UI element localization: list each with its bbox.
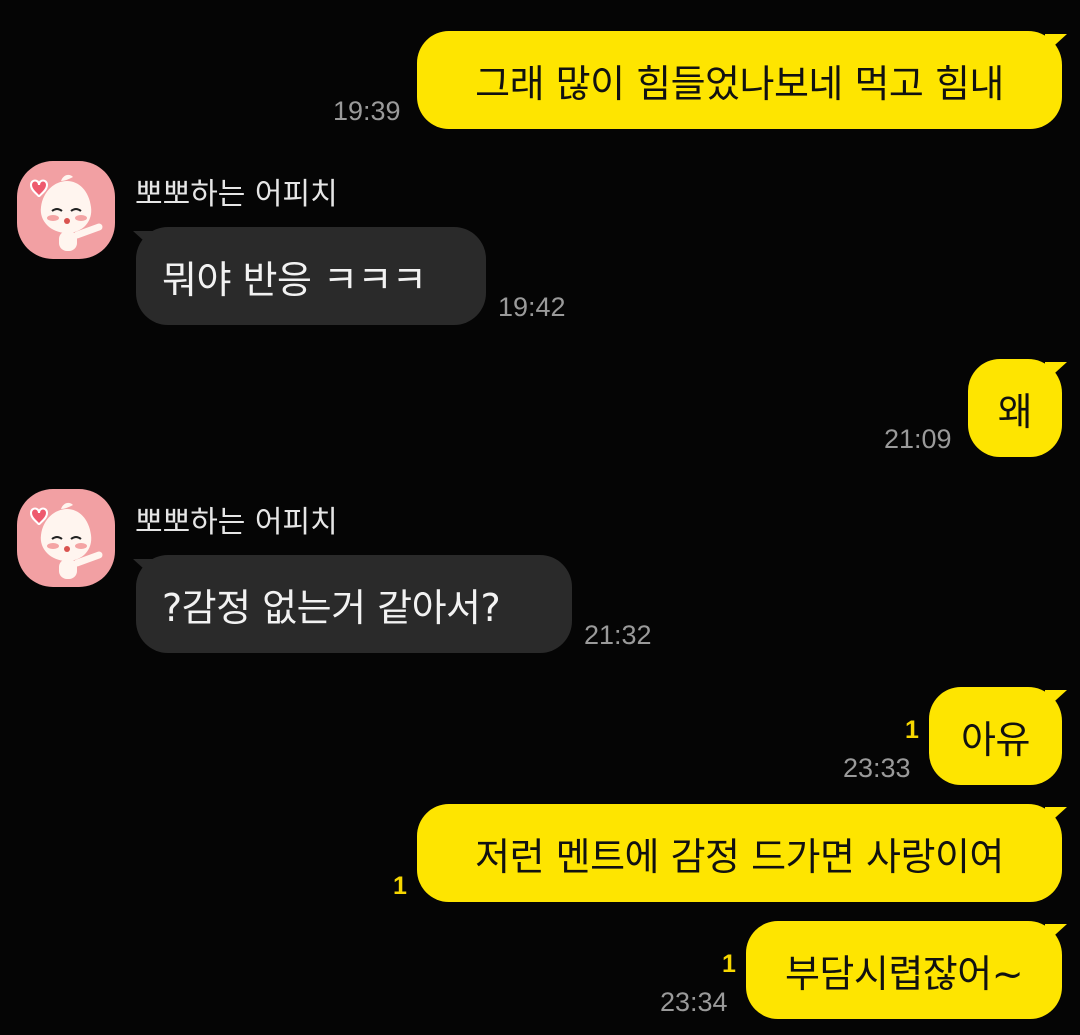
message-time: 19:39 [333,96,401,126]
unread-count: 1 [905,716,919,744]
message-time: 23:34 [660,987,728,1017]
profile-avatar[interactable] [17,489,115,587]
sender-name: 뽀뽀하는 어피치 [135,505,338,540]
message-bubble[interactable]: 아유 [929,687,1062,785]
bubble-tail [133,559,155,579]
bubble-tail [1045,807,1067,827]
profile-avatar[interactable] [17,161,115,259]
message-time: 21:09 [884,424,952,454]
bubble-tail [1045,924,1067,944]
message-time: 21:32 [584,620,652,650]
unread-count: 1 [722,950,736,978]
bubble-tail [1045,362,1067,382]
apeach-kiss-avatar-icon [29,502,103,579]
message-bubble[interactable]: 그래 많이 힘들었나보네 먹고 힘내 [417,31,1062,129]
message-bubble[interactable]: ?감정 없는거 같아서? [136,555,572,653]
unread-count: 1 [393,872,407,900]
sender-name: 뽀뽀하는 어피치 [135,177,338,212]
bubble-tail [1045,34,1067,54]
message-time: 19:42 [498,292,566,322]
bubble-tail [133,231,155,251]
bubble-tail [1045,690,1067,710]
apeach-kiss-avatar-icon [29,174,103,251]
message-bubble[interactable]: 부담시렵잖어~ [746,921,1062,1019]
message-bubble[interactable]: 저런 멘트에 감정 드가면 사랑이여 [417,804,1062,902]
message-time: 23:33 [843,753,911,783]
message-bubble[interactable]: 뭐야 반응 ㅋㅋㅋ [136,227,486,325]
